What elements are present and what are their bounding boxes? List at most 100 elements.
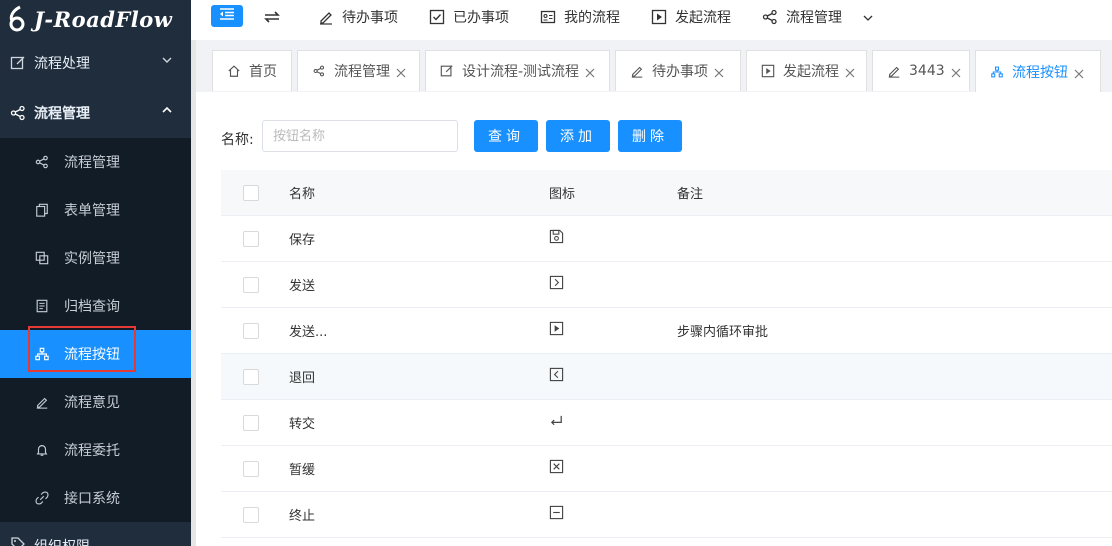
sidebar-item-label: 流程管理 xyxy=(64,155,120,171)
sidebar-group-flow-manage[interactable]: 流程管理 xyxy=(0,88,191,138)
topnav-flow-manage[interactable]: 流程管理 xyxy=(762,7,842,27)
sidebar-item-label: 流程委托 xyxy=(64,443,120,459)
add-button[interactable]: 添加 xyxy=(546,120,610,152)
table-row[interactable]: 保存 xyxy=(221,216,1112,262)
row-checkbox[interactable] xyxy=(243,322,259,339)
sidebar-item-label: 表单管理 xyxy=(64,203,120,219)
row-checkbox[interactable] xyxy=(243,414,259,431)
share-icon xyxy=(34,154,50,170)
sidebar-group-org-permission[interactable]: 组织权限 xyxy=(0,522,191,546)
topnav-done[interactable]: 已办事项 xyxy=(429,7,509,27)
table-header: 名称 图标 备注 xyxy=(221,170,1112,216)
close-icon[interactable] xyxy=(396,66,406,78)
tab-bar: 首页 流程管理 设计流程-测试流程 待办事项 发起流程 3443 流程按钮 xyxy=(196,40,1112,92)
tab-label: 发起流程 xyxy=(783,64,839,80)
topnav-start-flow[interactable]: 发起流程 xyxy=(651,7,731,27)
enter-icon xyxy=(549,413,564,432)
row-checkbox[interactable] xyxy=(243,368,259,385)
query-button[interactable]: 查询 xyxy=(474,120,538,152)
sidebar-item-flow-delegate[interactable]: 流程委托 xyxy=(0,426,191,474)
play-square-icon xyxy=(761,64,775,78)
table-row[interactable]: 暂缓 xyxy=(221,446,1112,492)
topnav-todo[interactable]: 待办事项 xyxy=(318,7,398,27)
row-name: 暂缓 xyxy=(289,463,316,478)
pen-icon xyxy=(887,64,901,78)
header-note: 备注 xyxy=(677,187,704,202)
topnav-label: 已办事项 xyxy=(453,10,509,26)
edit-square-icon xyxy=(440,64,454,78)
topnav-label: 流程管理 xyxy=(786,10,842,26)
table-row[interactable]: 转交 xyxy=(221,400,1112,446)
tab-start-flow[interactable]: 发起流程 xyxy=(746,50,867,91)
sidebar-item-label: 实例管理 xyxy=(64,251,120,267)
tab-label: 首页 xyxy=(249,64,277,80)
close-icon[interactable] xyxy=(951,66,961,78)
tab-label: 流程按钮 xyxy=(1012,64,1068,81)
row-checkbox[interactable] xyxy=(243,506,259,523)
tab-design-flow[interactable]: 设计流程-测试流程 xyxy=(425,50,610,91)
sidebar-item-interface-system[interactable]: 接口系统 xyxy=(0,474,191,522)
row-checkbox[interactable] xyxy=(243,460,259,477)
topnav-label: 发起流程 xyxy=(675,10,731,26)
menu-fold-icon xyxy=(219,8,235,24)
tab-flow-manage[interactable]: 流程管理 xyxy=(297,50,420,91)
table-row[interactable]: 发送 xyxy=(221,262,1112,308)
tab-label: 设计流程-测试流程 xyxy=(462,64,580,80)
copy-icon xyxy=(34,202,50,218)
sidebar-item-label: 归档查询 xyxy=(64,299,120,315)
tab-label: 待办事项 xyxy=(652,64,708,80)
topnav-label: 待办事项 xyxy=(342,10,398,26)
header-icon: 图标 xyxy=(549,187,576,202)
close-icon[interactable] xyxy=(714,66,724,78)
select-all-checkbox[interactable] xyxy=(243,184,259,201)
tab-flow-button[interactable]: 流程按钮 xyxy=(975,50,1101,92)
play-square-icon xyxy=(549,321,564,340)
tab-home[interactable]: 首页 xyxy=(212,50,292,91)
close-square-icon xyxy=(549,459,564,478)
tab-3443[interactable]: 3443 xyxy=(872,50,970,91)
sidebar-group-process[interactable]: 流程处理 xyxy=(0,38,191,88)
play-square-icon xyxy=(651,9,667,25)
sidebar-item-flow-manage[interactable]: 流程管理 xyxy=(0,138,191,186)
share-icon xyxy=(762,9,778,25)
search-label: 名称: xyxy=(221,132,254,148)
sidebar: J-RoadFlow 流程处理 流程管理 流程管理 表单管理 实例管理 归档查询… xyxy=(0,0,191,546)
top-bar: 待办事项 已办事项 我的流程 发起流程 流程管理 xyxy=(196,0,1112,37)
search-input[interactable] xyxy=(262,120,458,152)
pen-icon xyxy=(34,394,50,410)
row-name: 发送 xyxy=(289,279,316,294)
pen-icon xyxy=(318,9,334,25)
close-icon[interactable] xyxy=(585,66,595,78)
menu-toggle-button[interactable] xyxy=(211,5,243,27)
close-icon[interactable] xyxy=(1074,67,1084,78)
home-icon xyxy=(227,64,241,78)
sidebar-item-archive-query[interactable]: 归档查询 xyxy=(0,282,191,330)
row-note: 步骤内循环审批 xyxy=(677,325,769,340)
swap-icon[interactable] xyxy=(262,7,282,27)
tab-todo[interactable]: 待办事项 xyxy=(615,50,741,91)
sidebar-item-instance-manage[interactable]: 实例管理 xyxy=(0,234,191,282)
tag-icon xyxy=(10,536,26,546)
share-icon xyxy=(10,105,26,121)
topnav-my-flow[interactable]: 我的流程 xyxy=(540,7,620,27)
sidebar-item-flow-opinion[interactable]: 流程意见 xyxy=(0,378,191,426)
sidebar-item-form-manage[interactable]: 表单管理 xyxy=(0,186,191,234)
edit-square-icon xyxy=(10,55,26,71)
main-content: 名称: 查询 添加 删除 名称 图标 备注 保存 发送 xyxy=(196,92,1112,546)
header-name: 名称 xyxy=(289,187,316,202)
logo-icon xyxy=(6,5,28,33)
table-row[interactable]: 发送... 步骤内循环审批 xyxy=(221,308,1112,354)
save-icon xyxy=(549,229,564,248)
logo: J-RoadFlow xyxy=(0,0,191,38)
row-checkbox[interactable] xyxy=(243,230,259,247)
caret-right-square-icon xyxy=(549,275,564,294)
table-row[interactable]: 终止 xyxy=(221,492,1112,538)
table-row[interactable]: 退回 xyxy=(221,354,1112,400)
close-icon[interactable] xyxy=(845,66,855,78)
sidebar-item-flow-button[interactable]: 流程按钮 xyxy=(0,326,191,378)
delete-button[interactable]: 删除 xyxy=(618,120,682,152)
row-checkbox[interactable] xyxy=(243,276,259,293)
chevron-down-icon[interactable] xyxy=(862,12,874,24)
row-name: 转交 xyxy=(289,417,316,432)
chevron-up-icon xyxy=(161,104,173,116)
